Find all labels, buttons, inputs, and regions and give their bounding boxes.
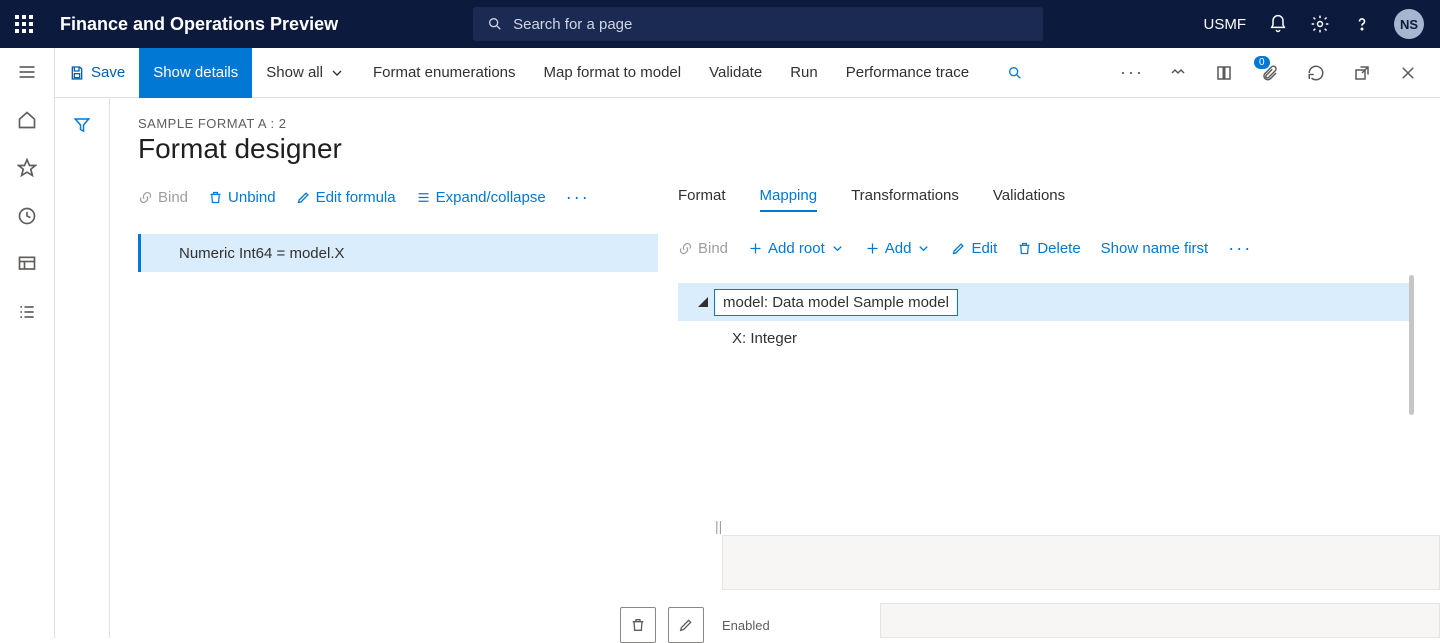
page-title: Format designer [138, 133, 1440, 165]
expand-collapse-action[interactable]: Expand/collapse [416, 189, 546, 206]
tab-format[interactable]: Format [678, 187, 726, 212]
popout-icon[interactable] [1340, 48, 1384, 98]
home-icon[interactable] [17, 110, 37, 130]
attachments-icon[interactable]: 0 [1248, 48, 1292, 98]
show-name-first-action[interactable]: Show name first [1101, 240, 1209, 257]
book-icon[interactable] [1202, 48, 1246, 98]
company-code[interactable]: USMF [1204, 16, 1247, 33]
workspace-icon[interactable] [17, 254, 37, 274]
breadcrumb: SAMPLE FORMAT A : 2 [138, 116, 1440, 131]
plus-icon [748, 241, 763, 256]
overflow-menu[interactable]: ··· [1228, 238, 1252, 259]
recent-icon[interactable] [17, 206, 37, 226]
format-tree-pane: Bind Unbind Edit formula Expand/collapse [138, 187, 678, 638]
unbind-action[interactable]: Unbind [208, 189, 276, 206]
link-icon [138, 190, 153, 205]
overflow-menu[interactable]: ··· [1110, 48, 1154, 98]
format-enumerations-button[interactable]: Format enumerations [359, 48, 530, 98]
top-navbar: Finance and Operations Preview Search fo… [0, 0, 1440, 48]
validate-button[interactable]: Validate [695, 48, 776, 98]
refresh-icon[interactable] [1294, 48, 1338, 98]
page-body: SAMPLE FORMAT A : 2 Format designer Bind… [55, 98, 1440, 638]
link-icon [678, 241, 693, 256]
save-button[interactable]: Save [55, 48, 139, 98]
save-icon [69, 65, 85, 81]
search-placeholder: Search for a page [513, 16, 632, 33]
help-icon[interactable] [1352, 14, 1372, 34]
model-tree-child[interactable]: X: Integer [678, 321, 1410, 355]
format-tree-row[interactable]: Numeric Int64 = model.X [138, 234, 658, 272]
user-avatar[interactable]: NS [1394, 9, 1424, 39]
collapse-icon[interactable] [678, 297, 714, 307]
close-icon[interactable] [1386, 48, 1430, 98]
show-all-button[interactable]: Show all [252, 48, 359, 98]
overflow-menu[interactable]: ··· [566, 187, 590, 208]
trash-icon [1017, 241, 1032, 256]
mapping-pane: Format Mapping Transformations Validatio… [678, 187, 1440, 638]
filter-icon[interactable] [73, 116, 91, 134]
pencil-icon [296, 190, 311, 205]
toolbar-search-button[interactable] [993, 48, 1037, 98]
list-icon [416, 190, 431, 205]
add-action[interactable]: Add [865, 240, 932, 257]
search-icon [1007, 65, 1023, 81]
pencil-icon [951, 241, 966, 256]
trash-icon [208, 190, 223, 205]
edit-action[interactable]: Edit [951, 240, 997, 257]
enabled-label: Enabled [722, 618, 770, 633]
splitter-handle[interactable]: || [715, 518, 722, 534]
details-panel [722, 535, 1440, 590]
tab-validations[interactable]: Validations [993, 187, 1065, 212]
chevron-down-icon [916, 241, 931, 256]
global-search[interactable]: Search for a page [473, 7, 1043, 41]
tab-transformations[interactable]: Transformations [851, 187, 959, 212]
edit-formula-action[interactable]: Edit formula [296, 189, 396, 206]
hamburger-icon[interactable] [17, 62, 37, 82]
plus-icon [865, 241, 880, 256]
scrollbar[interactable] [1409, 275, 1414, 415]
pencil-icon [678, 617, 694, 633]
trash-icon [630, 617, 646, 633]
chevron-down-icon [830, 241, 845, 256]
bell-icon[interactable] [1268, 14, 1288, 34]
show-details-button[interactable]: Show details [139, 48, 252, 98]
tab-mapping[interactable]: Mapping [760, 187, 818, 212]
delete-action[interactable]: Delete [1017, 240, 1080, 257]
chevron-down-icon [329, 65, 345, 81]
map-format-button[interactable]: Map format to model [530, 48, 696, 98]
star-icon[interactable] [17, 158, 37, 178]
details-panel-lower [880, 603, 1440, 638]
add-root-action[interactable]: Add root [748, 240, 845, 257]
left-nav-rail [0, 48, 55, 638]
gear-icon[interactable] [1310, 14, 1330, 34]
app-launcher-icon[interactable] [0, 0, 48, 48]
search-icon [487, 16, 503, 32]
command-bar: Save Show details Show all Format enumer… [55, 48, 1440, 98]
run-button[interactable]: Run [776, 48, 832, 98]
badge-count: 0 [1254, 56, 1270, 69]
performance-trace-button[interactable]: Performance trace [832, 48, 983, 98]
connect-icon[interactable] [1156, 48, 1200, 98]
bind-action[interactable]: Bind [138, 189, 188, 206]
filter-column [55, 98, 110, 638]
modules-icon[interactable] [17, 302, 37, 322]
model-tree-root[interactable]: model: Data model Sample model [678, 283, 1410, 321]
mapping-bind-action[interactable]: Bind [678, 240, 728, 257]
app-title: Finance and Operations Preview [48, 14, 338, 35]
